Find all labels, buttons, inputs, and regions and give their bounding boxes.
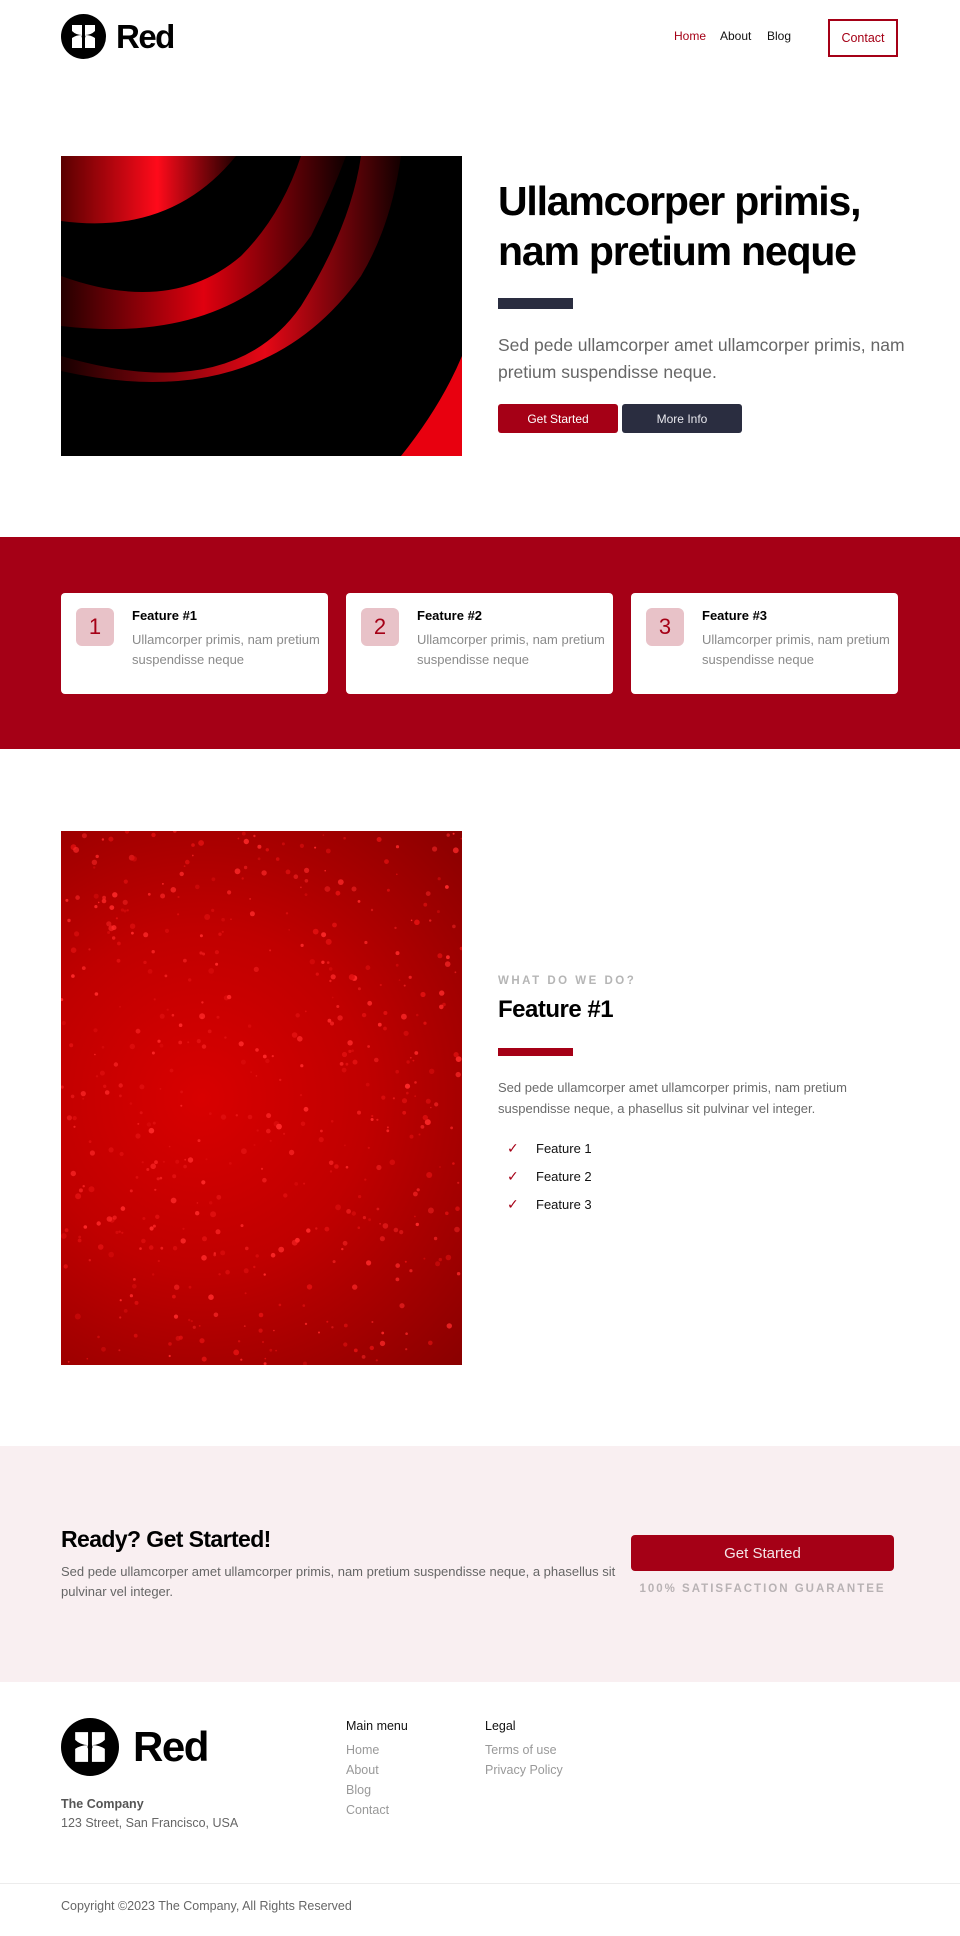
hero-title: Ullamcorper primis, nam pretium neque [498, 178, 861, 274]
checklist-label: Feature 2 [536, 1168, 592, 1184]
feature-accent-bar [498, 1048, 573, 1056]
checklist-label: Feature 3 [536, 1196, 592, 1212]
feature-card: 3 Feature #3 Ullamcorper primis, nam pre… [631, 593, 898, 694]
feature-title: Feature #2 [417, 608, 483, 623]
copyright: Copyright ©2023 The Company, All Rights … [61, 1899, 352, 1913]
satisfaction-guarantee: 100% SATISFACTION GUARANTEE [639, 1583, 886, 1595]
feature-detail-text: Sed pede ullamcorper amet ullamcorper pr… [498, 1080, 847, 1116]
check-icon: ✓ [507, 1195, 519, 1212]
site-header: Red Home About Blog Contact [0, 0, 960, 75]
feature-text: Ullamcorper primis, nam pretium suspendi… [132, 632, 320, 667]
footer-link-home[interactable]: Home [346, 1740, 408, 1760]
footer-column-heading: Main menu [346, 1719, 408, 1733]
logo-text: Red [116, 18, 175, 55]
feature-detail-title: Feature #1 [498, 996, 614, 1023]
logo[interactable]: Red [61, 14, 175, 59]
footer-link-privacy[interactable]: Privacy Policy [485, 1760, 563, 1780]
footer-main-menu: Main menu Home About Blog Contact [346, 1719, 408, 1820]
feature-text: Ullamcorper primis, nam pretium suspendi… [417, 632, 605, 667]
footer-divider [0, 1883, 960, 1884]
check-icon: ✓ [507, 1139, 519, 1156]
footer-link-contact[interactable]: Contact [346, 1800, 408, 1820]
footer-link-about[interactable]: About [346, 1760, 408, 1780]
feature-title: Feature #1 [132, 608, 198, 623]
footer-link-blog[interactable]: Blog [346, 1780, 408, 1800]
section-eyebrow: WHAT DO WE DO? [498, 975, 637, 987]
footer-logo-text: Red [133, 1723, 209, 1770]
get-started-button[interactable]: Get Started [498, 404, 618, 433]
more-info-button[interactable]: More Info [622, 404, 742, 433]
checklist-label: Feature 1 [536, 1140, 592, 1156]
contact-button[interactable]: Contact [828, 19, 898, 57]
hero-accent-bar [498, 298, 573, 309]
feature-number-badge: 3 [646, 608, 684, 646]
feature-number-badge: 2 [361, 608, 399, 646]
feature-text: Ullamcorper primis, nam pretium suspendi… [702, 632, 890, 667]
feature-number-badge: 1 [76, 608, 114, 646]
nav-blog[interactable]: Blog [767, 29, 791, 43]
hero-subtitle: Sed pede ullamcorper amet ullamcorper pr… [498, 335, 905, 382]
footer-column-heading: Legal [485, 1719, 516, 1733]
company-name: The Company [61, 1797, 144, 1811]
nav-about[interactable]: About [720, 29, 751, 43]
footer-link-terms[interactable]: Terms of use [485, 1740, 563, 1760]
flower-logo-icon [61, 14, 106, 59]
footer-legal: Legal Terms of use Privacy Policy [485, 1719, 563, 1780]
footer-logo[interactable]: Red [61, 1718, 209, 1776]
flower-logo-icon [61, 1718, 119, 1776]
feature-checklist: ✓ Feature 1 ✓ Feature 2 ✓ Feature 3 [498, 1134, 592, 1218]
feature-title: Feature #3 [702, 608, 768, 623]
hero-image [61, 156, 462, 456]
company-address: 123 Street, San Francisco, USA [61, 1816, 239, 1830]
feature-card: 1 Feature #1 Ullamcorper primis, nam pre… [61, 593, 328, 694]
feature-card: 2 Feature #2 Ullamcorper primis, nam pre… [346, 593, 613, 694]
checklist-item: ✓ Feature 1 [498, 1134, 592, 1162]
features-band: 1 Feature #1 Ullamcorper primis, nam pre… [0, 537, 960, 749]
check-icon: ✓ [507, 1167, 519, 1184]
checklist-item: ✓ Feature 3 [498, 1190, 592, 1218]
nav-home[interactable]: Home [674, 29, 706, 43]
feature-image [61, 831, 462, 1365]
cta-section: Ready? Get Started! Sed pede ullamcorper… [0, 1446, 960, 1682]
cta-title: Ready? Get Started! [61, 1526, 271, 1552]
cta-get-started-button[interactable]: Get Started [631, 1535, 894, 1571]
cta-text: Sed pede ullamcorper amet ullamcorper pr… [61, 1564, 616, 1599]
checklist-item: ✓ Feature 2 [498, 1162, 592, 1190]
